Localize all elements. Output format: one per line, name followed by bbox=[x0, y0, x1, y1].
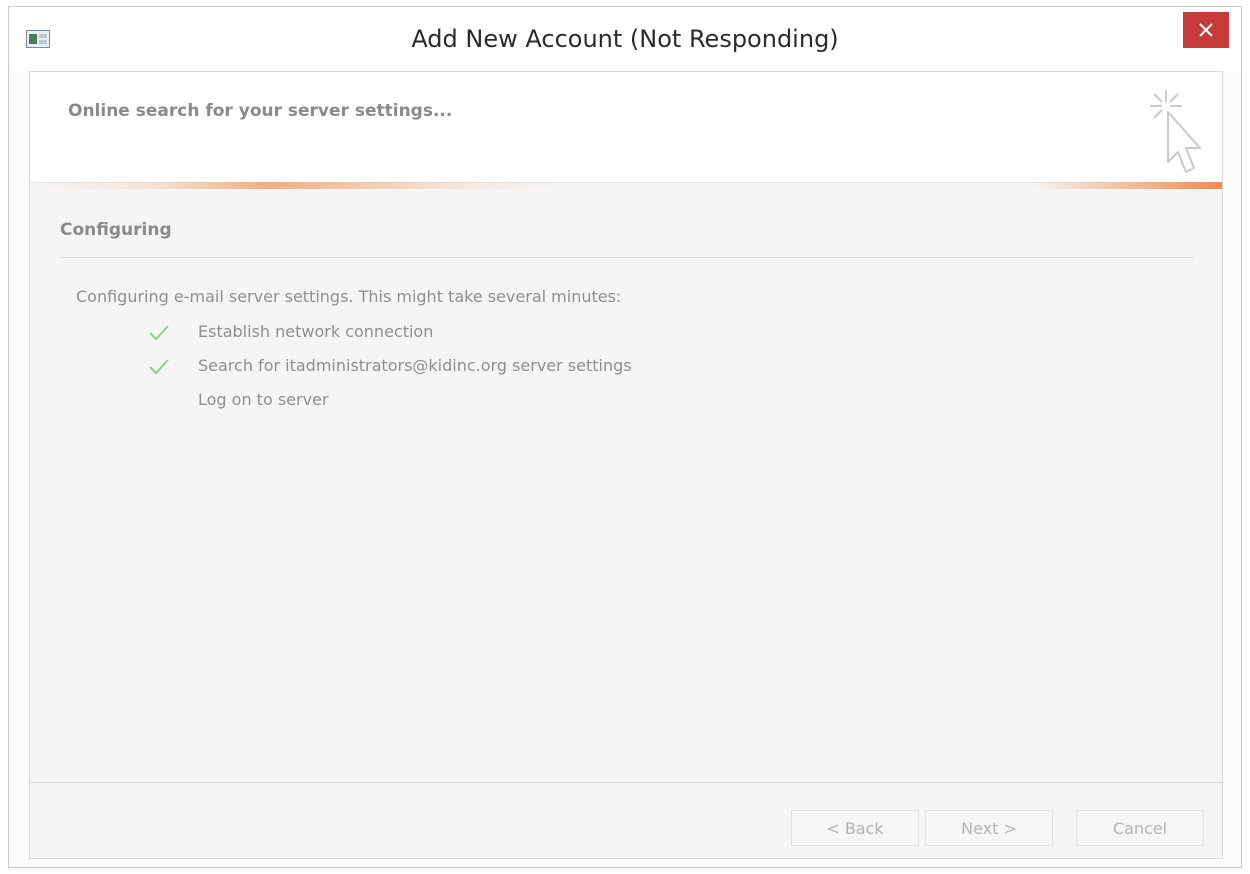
window-title: Add New Account (Not Responding) bbox=[411, 25, 839, 53]
section-divider bbox=[60, 257, 1194, 258]
wizard-banner: Online search for your server settings..… bbox=[30, 72, 1222, 183]
title-bar[interactable]: Add New Account (Not Responding) bbox=[9, 7, 1241, 71]
footer-divider bbox=[30, 782, 1222, 783]
task-item: Log on to server bbox=[148, 390, 848, 414]
cancel-button[interactable]: Cancel bbox=[1076, 810, 1204, 846]
cursor-click-icon bbox=[1150, 90, 1201, 173]
close-button[interactable] bbox=[1183, 12, 1229, 48]
wizard-content: Online search for your server settings..… bbox=[29, 71, 1223, 859]
task-item: Establish network connection bbox=[148, 322, 848, 346]
next-button[interactable]: Next > bbox=[925, 810, 1053, 846]
task-label: Search for itadministrators@kidinc.org s… bbox=[198, 356, 632, 375]
back-button[interactable]: < Back bbox=[791, 810, 919, 846]
configuring-description: Configuring e-mail server settings. This… bbox=[76, 287, 622, 306]
check-icon bbox=[149, 359, 169, 375]
check-icon bbox=[149, 325, 169, 341]
progress-glow bbox=[30, 182, 1222, 189]
task-label: Log on to server bbox=[198, 390, 329, 409]
task-label: Establish network connection bbox=[198, 322, 434, 341]
banner-heading: Online search for your server settings..… bbox=[68, 101, 453, 121]
task-item: Search for itadministrators@kidinc.org s… bbox=[148, 356, 848, 380]
close-icon bbox=[1199, 23, 1213, 37]
section-heading: Configuring bbox=[60, 220, 172, 240]
add-new-account-window: Add New Account (Not Responding) Online … bbox=[8, 6, 1242, 868]
